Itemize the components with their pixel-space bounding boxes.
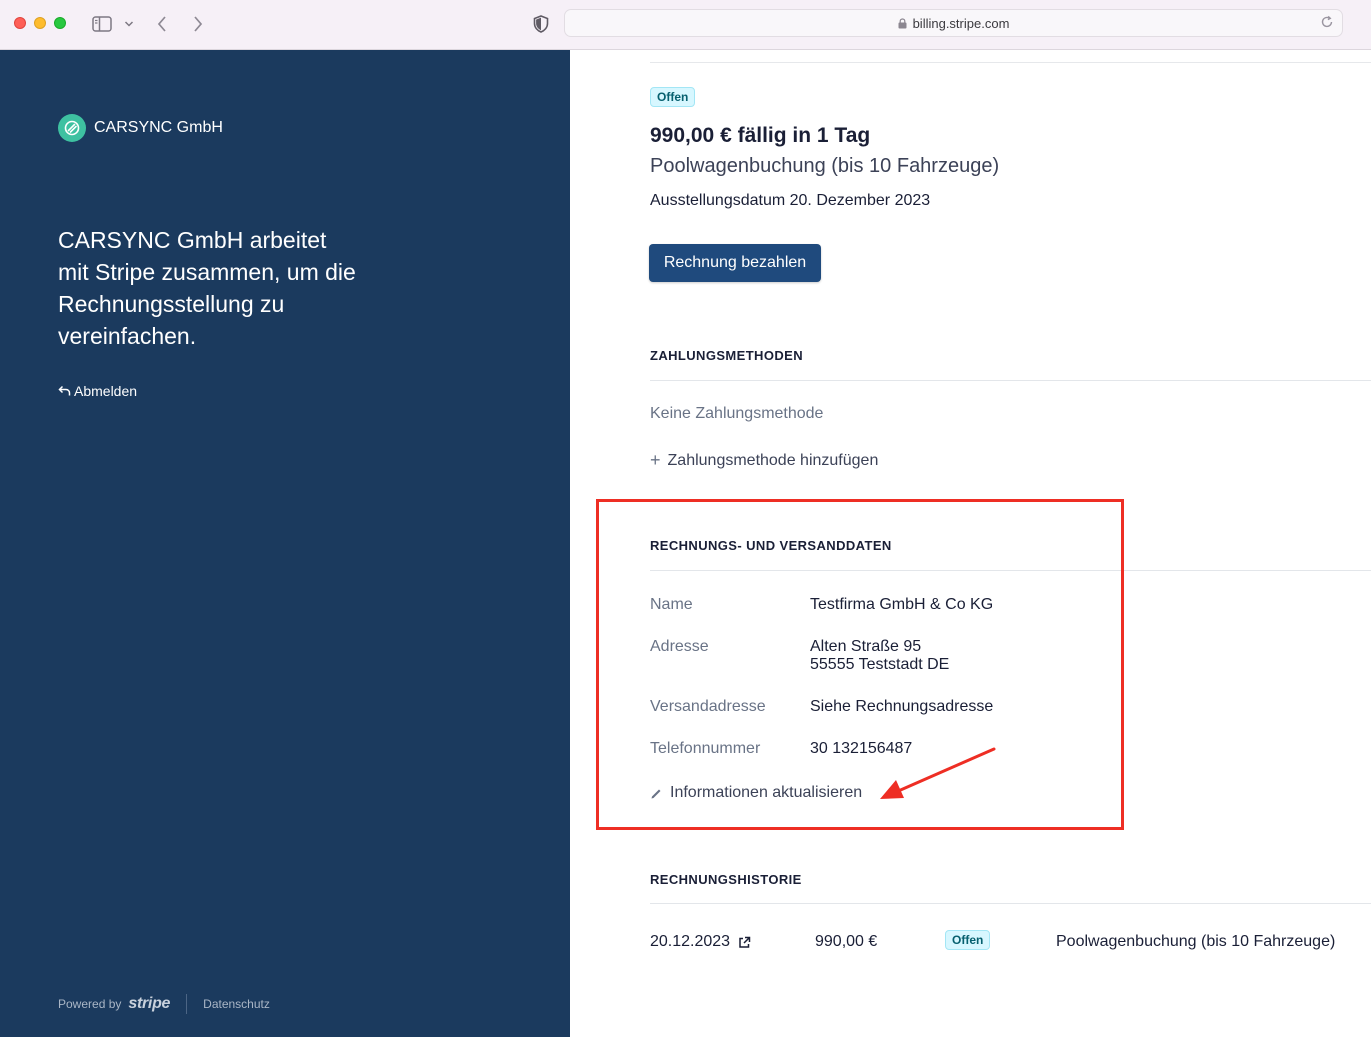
browser-toolbar: billing.stripe.com <box>0 0 1371 50</box>
logout-label: Abmelden <box>74 383 138 399</box>
address-label: Adresse <box>650 638 709 655</box>
update-information-link[interactable]: Informationen aktualisieren <box>650 784 862 802</box>
add-payment-method-link[interactable]: + Zahlungsmethode hinzufügen <box>650 450 878 471</box>
billing-info-title: RECHNUNGS- UND VERSANDDATEN <box>650 538 892 553</box>
invoice-plan: Poolwagenbuchung (bis 10 Fahrzeuge) <box>650 155 1000 177</box>
footer-divider <box>186 994 188 1014</box>
powered-by-text: Powered by <box>58 997 122 1011</box>
pay-invoice-button[interactable]: Rechnung bezahlen <box>649 244 821 282</box>
sidebar-icon[interactable] <box>90 12 114 36</box>
invoice-issue-date: Ausstellungsdatum 20. Dezember 2023 <box>650 192 931 209</box>
stripe-logo[interactable]: stripe <box>128 995 170 1013</box>
name-label: Name <box>650 596 693 613</box>
add-payment-method-label: Zahlungsmethode hinzufügen <box>667 451 879 469</box>
no-payment-method-text: Keine Zahlungsmethode <box>650 405 824 422</box>
plus-icon: + <box>650 450 661 470</box>
external-link-icon[interactable] <box>738 936 751 949</box>
pencil-icon <box>650 787 663 800</box>
divider <box>650 62 1371 63</box>
update-information-label: Informationen aktualisieren <box>670 784 863 801</box>
reload-icon[interactable] <box>1320 15 1334 29</box>
table-row[interactable]: 20.12.2023 990,00 € Offen Poolwagenbuchu… <box>650 930 1360 954</box>
address-value: Alten Straße 95 55555 Teststadt DE <box>810 638 1210 674</box>
shipping-label: Versandadresse <box>650 698 766 715</box>
address-line-1: Alten Straße 95 <box>810 638 922 655</box>
shipping-value: Siehe Rechnungsadresse <box>810 698 994 715</box>
chevron-down-icon[interactable] <box>122 12 136 36</box>
invoice-amount-due: 990,00 € fällig in 1 Tag <box>650 124 871 147</box>
history-status-badge: Offen <box>945 930 991 950</box>
phone-label: Telefonnummer <box>650 740 761 757</box>
merchant-name: CARSYNC GmbH <box>94 119 223 136</box>
url-text: billing.stripe.com <box>912 15 1010 31</box>
zoom-window-button[interactable] <box>54 17 66 29</box>
history-date-text: 20.12.2023 <box>650 933 731 950</box>
address-bar[interactable]: billing.stripe.com <box>564 9 1343 37</box>
invoice-status-badge: Offen <box>650 87 696 107</box>
sidebar-footer: Powered by stripe Datenschutz <box>58 994 270 1014</box>
invoice-history-title: RECHNUNGSHISTORIE <box>650 872 802 887</box>
phone-value: 30 132156487 <box>810 740 913 757</box>
divider <box>650 570 1371 571</box>
back-icon[interactable] <box>152 12 172 36</box>
merchant-tagline: CARSYNC GmbH arbeitet mit Stripe zusamme… <box>58 227 356 349</box>
history-description: Poolwagenbuchung (bis 10 Fahrzeuge) <box>1056 933 1336 950</box>
address-line-2: 55555 Teststadt DE <box>810 656 950 673</box>
close-window-button[interactable] <box>14 17 26 29</box>
divider <box>650 380 1371 381</box>
forward-icon[interactable] <box>188 12 208 36</box>
merchant-brand: CARSYNC GmbH <box>58 114 223 142</box>
return-arrow-icon <box>58 385 71 397</box>
name-value: Testfirma GmbH & Co KG <box>810 596 994 613</box>
shield-icon[interactable] <box>530 12 552 36</box>
merchant-panel: CARSYNC GmbH CARSYNC GmbH arbeitet mit S… <box>0 50 570 1037</box>
divider <box>650 903 1371 904</box>
history-amount: 990,00 € <box>815 933 878 950</box>
history-date[interactable]: 20.12.2023 <box>650 933 751 951</box>
billing-portal-content: Offen 990,00 € fällig in 1 Tag Poolwagen… <box>570 50 1371 1037</box>
logout-link[interactable]: Abmelden <box>58 383 137 399</box>
lock-icon <box>898 17 907 29</box>
minimize-window-button[interactable] <box>34 17 46 29</box>
carsync-logo-icon <box>58 114 86 142</box>
payment-methods-title: ZAHLUNGSMETHODEN <box>650 348 804 363</box>
privacy-link[interactable]: Datenschutz <box>203 997 270 1011</box>
